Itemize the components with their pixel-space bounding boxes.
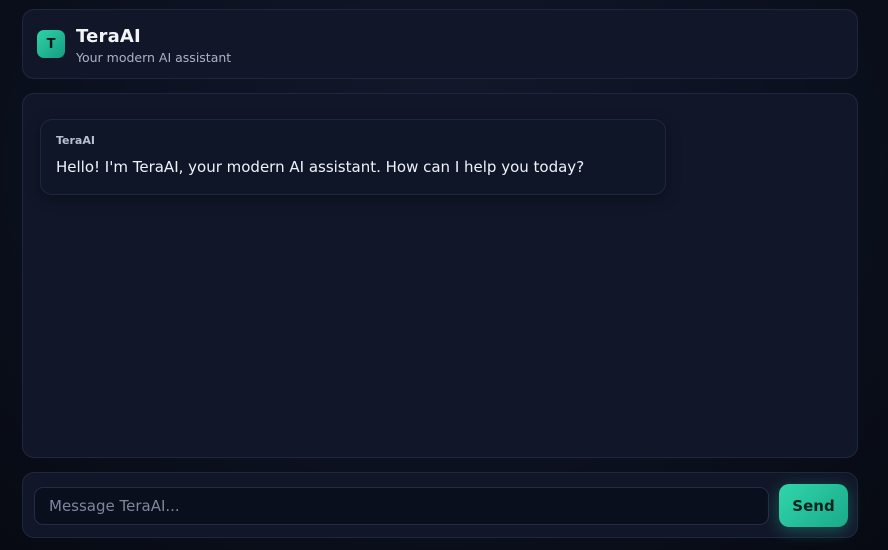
- brand: TeraAI Your modern AI assistant: [76, 26, 231, 65]
- message-sender: TeraAI: [56, 134, 95, 147]
- assistant-message: TeraAI Hello! I'm TeraAI, your modern AI…: [40, 119, 666, 195]
- app-subtitle: Your modern AI assistant: [76, 49, 232, 65]
- app-title: TeraAI: [76, 25, 141, 47]
- chat-panel[interactable]: TeraAI Hello! I'm TeraAI, your modern AI…: [22, 93, 858, 458]
- message-input[interactable]: [34, 487, 769, 525]
- message-text: Hello! I'm TeraAI, your modern AI assist…: [56, 158, 585, 176]
- app-header: T TeraAI Your modern AI assistant: [22, 9, 858, 79]
- logo-letter: T: [46, 36, 56, 52]
- message-composer: Send: [22, 472, 858, 538]
- send-button[interactable]: Send: [779, 484, 848, 527]
- logo-icon: T: [37, 30, 65, 58]
